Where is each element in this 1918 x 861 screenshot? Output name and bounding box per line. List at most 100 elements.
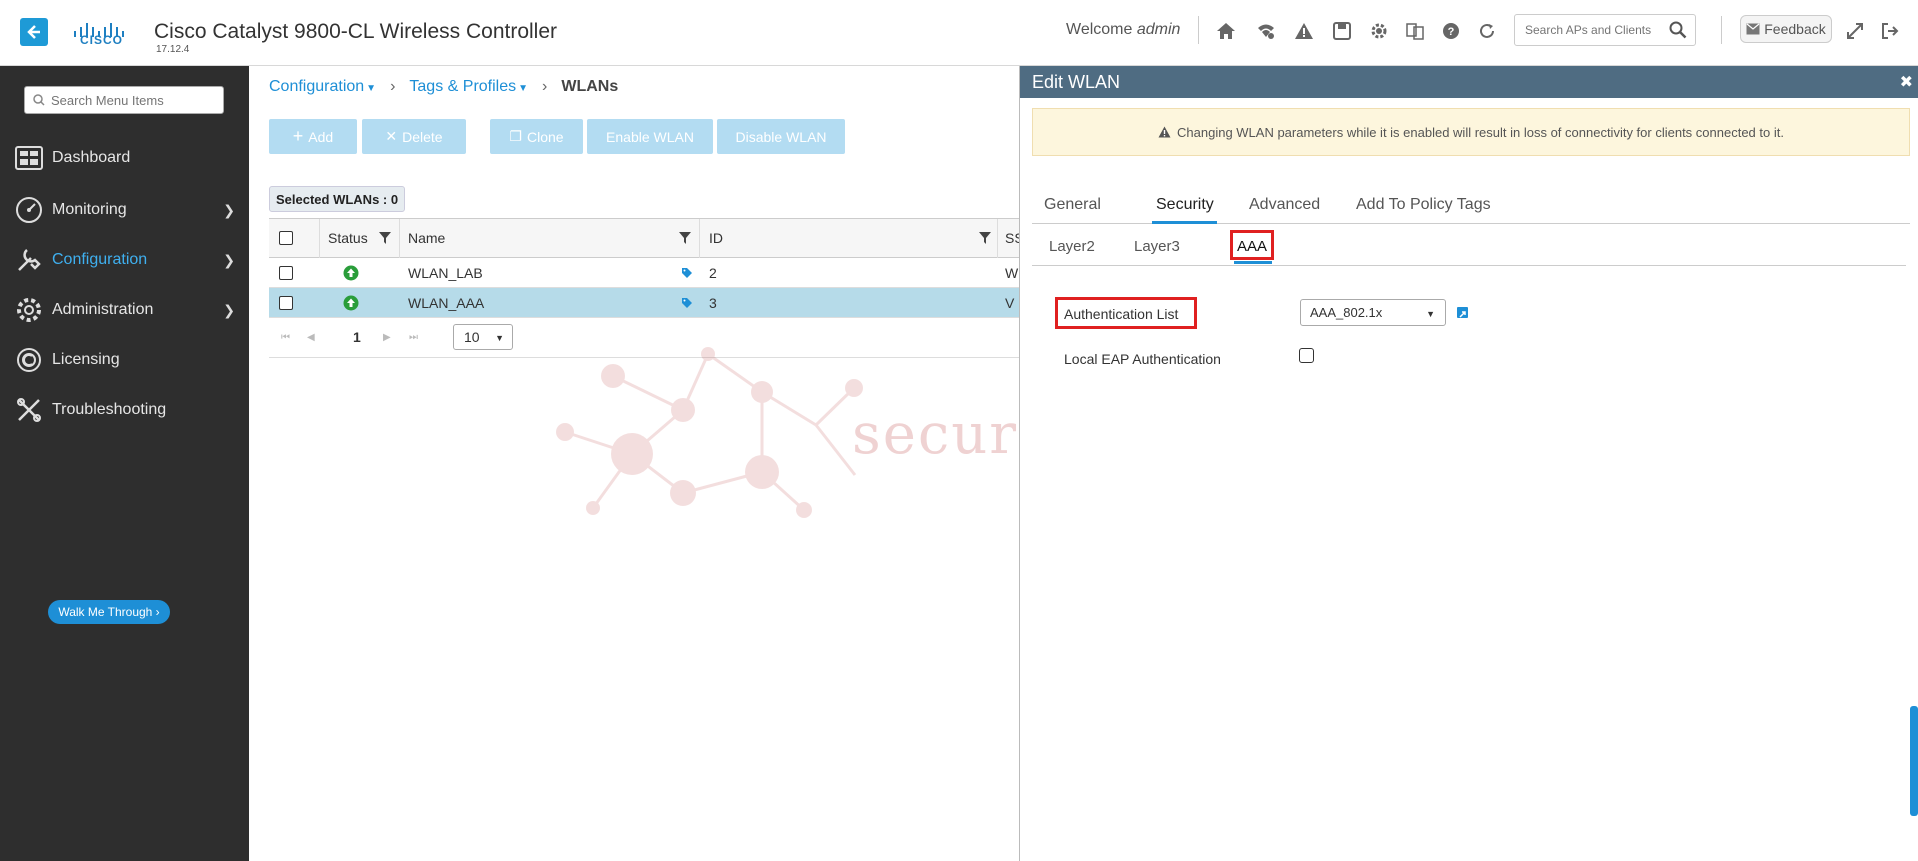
column-status[interactable]: Status <box>328 219 368 257</box>
disable-wlan-button[interactable]: Disable WLAN <box>717 119 845 154</box>
status-up-icon <box>343 258 359 287</box>
tag-icon[interactable] <box>681 258 693 287</box>
sidebar-item-label: Administration <box>52 301 154 318</box>
wireless-setup-icon[interactable] <box>1254 19 1278 43</box>
local-eap-checkbox[interactable] <box>1299 348 1314 363</box>
watermark-network-icon <box>556 347 863 518</box>
configuration-icon <box>14 245 44 275</box>
menu-search[interactable] <box>24 86 224 114</box>
walk-me-through-button[interactable]: Walk Me Through › <box>48 600 170 624</box>
close-icon: ✕ <box>385 128 398 144</box>
chevron-right-icon: › <box>542 78 548 95</box>
sidebar-item-dashboard[interactable]: Dashboard <box>0 138 249 178</box>
page-size-select[interactable]: 10 ▼ <box>453 324 513 350</box>
separator <box>1198 16 1199 44</box>
sidebar-item-label: Dashboard <box>52 149 131 166</box>
global-search-input[interactable] <box>1525 15 1665 45</box>
add-button[interactable]: + Add <box>269 119 357 154</box>
table-row[interactable]: WLAN_AAA 3 V <box>269 288 1029 318</box>
global-search[interactable] <box>1514 14 1696 46</box>
sidebar-item-troubleshooting[interactable]: Troubleshooting <box>0 390 249 430</box>
filter-icon[interactable] <box>979 219 991 257</box>
warning-banner: Changing WLAN parameters while it is ena… <box>1032 108 1910 156</box>
authentication-list-value: AAA_802.1x <box>1310 305 1383 320</box>
tab-security[interactable]: Security <box>1156 196 1214 214</box>
sidebar-item-licensing[interactable]: Licensing <box>0 340 249 380</box>
home-icon[interactable] <box>1214 19 1238 43</box>
sidebar-item-label: Configuration <box>52 251 148 268</box>
add-label: Add <box>308 128 334 145</box>
chevron-right-icon: ❯ <box>223 202 235 218</box>
alert-icon[interactable] <box>1292 19 1316 43</box>
subtab-layer3[interactable]: Layer3 <box>1134 238 1180 255</box>
select-all-checkbox-cell <box>279 219 293 257</box>
breadcrumb-tags-profiles[interactable]: Tags & Profiles ▼ <box>409 78 528 96</box>
top-bar: CISCO Cisco Catalyst 9800-CL Wireless Co… <box>0 0 1918 66</box>
delete-button[interactable]: ✕ Delete <box>362 119 466 154</box>
tag-icon[interactable] <box>681 288 693 317</box>
last-page-icon[interactable]: ⏭ <box>409 332 418 343</box>
select-all-checkbox[interactable] <box>279 231 293 245</box>
authentication-list-label: Authentication List <box>1064 306 1179 322</box>
column-separator <box>997 219 998 258</box>
refresh-icon[interactable] <box>1475 19 1499 43</box>
caret-down-icon: ▼ <box>366 83 377 94</box>
panel-tabs: General Security Advanced Add To Policy … <box>1032 190 1910 224</box>
subtab-layer2[interactable]: Layer2 <box>1049 238 1095 255</box>
filter-icon[interactable] <box>379 219 391 257</box>
menu-search-input[interactable] <box>51 92 211 108</box>
column-separator <box>399 219 400 258</box>
security-subtabs: Layer2 Layer3 AAA <box>1032 230 1906 266</box>
wlan-id: 3 <box>709 294 717 311</box>
sidebar-item-label: Licensing <box>52 351 120 368</box>
row-checkbox[interactable] <box>279 265 293 280</box>
tab-general[interactable]: General <box>1044 196 1101 214</box>
logout-icon[interactable] <box>1878 19 1902 43</box>
column-name[interactable]: Name <box>408 219 445 257</box>
envelope-icon <box>1746 23 1760 35</box>
next-page-icon[interactable]: ▶ <box>383 332 391 343</box>
wlan-grid: Status Name ID SS WLAN_LAB 2 W WLAN_AAA … <box>269 218 1029 358</box>
licensing-icon <box>14 345 44 375</box>
tab-add-to-policy-tags[interactable]: Add To Policy Tags <box>1356 196 1491 214</box>
clone-label: Clone <box>526 128 564 145</box>
sidebar-item-configuration[interactable]: Configuration ❯ <box>0 240 249 280</box>
prev-page-icon[interactable]: ◀ <box>307 332 315 343</box>
external-link-icon[interactable] <box>1457 307 1468 318</box>
feedback-button[interactable]: Feedback <box>1740 15 1832 43</box>
expand-icon[interactable] <box>1843 19 1867 43</box>
breadcrumb-configuration[interactable]: Configuration ▼ <box>269 78 376 96</box>
language-icon[interactable] <box>1403 19 1427 43</box>
breadcrumb-tags-profiles-label: Tags & Profiles <box>409 78 517 95</box>
tab-advanced[interactable]: Advanced <box>1249 196 1320 214</box>
sidebar-item-monitoring[interactable]: Monitoring ❯ <box>0 190 249 230</box>
username: admin <box>1136 21 1181 38</box>
highlight-box <box>1230 230 1274 260</box>
gear-icon[interactable] <box>1367 19 1391 43</box>
sidebar-item-label: Troubleshooting <box>52 401 167 418</box>
arrow-left-icon <box>27 25 40 39</box>
search-icon[interactable] <box>1669 21 1687 39</box>
save-icon[interactable] <box>1330 19 1354 43</box>
sidebar-item-administration[interactable]: Administration ❯ <box>0 290 249 330</box>
close-icon[interactable]: ✖ <box>1900 72 1913 92</box>
dashboard-icon <box>14 143 44 173</box>
filter-icon[interactable] <box>679 219 691 257</box>
authentication-list-select[interactable]: AAA_802.1x ▼ <box>1300 299 1446 326</box>
help-icon[interactable]: ? <box>1439 19 1463 43</box>
scrollbar-thumb[interactable] <box>1910 706 1918 816</box>
chevron-right-icon: ❯ <box>223 252 235 268</box>
enable-wlan-button[interactable]: Enable WLAN <box>587 119 713 154</box>
row-checkbox[interactable] <box>279 295 293 310</box>
wlan-name[interactable]: WLAN_AAA <box>408 288 484 317</box>
current-page[interactable]: 1 <box>353 329 361 345</box>
separator <box>1721 16 1722 44</box>
first-page-icon[interactable]: ⏮ <box>281 332 290 343</box>
back-arrow-button[interactable] <box>20 18 48 46</box>
wlan-name[interactable]: WLAN_LAB <box>408 258 483 287</box>
caret-down-icon: ▼ <box>495 333 504 343</box>
clone-button[interactable]: ❐ Clone <box>490 119 583 154</box>
caret-down-icon: ▼ <box>518 83 529 94</box>
column-id[interactable]: ID <box>709 219 723 257</box>
table-row[interactable]: WLAN_LAB 2 W <box>269 258 1029 288</box>
